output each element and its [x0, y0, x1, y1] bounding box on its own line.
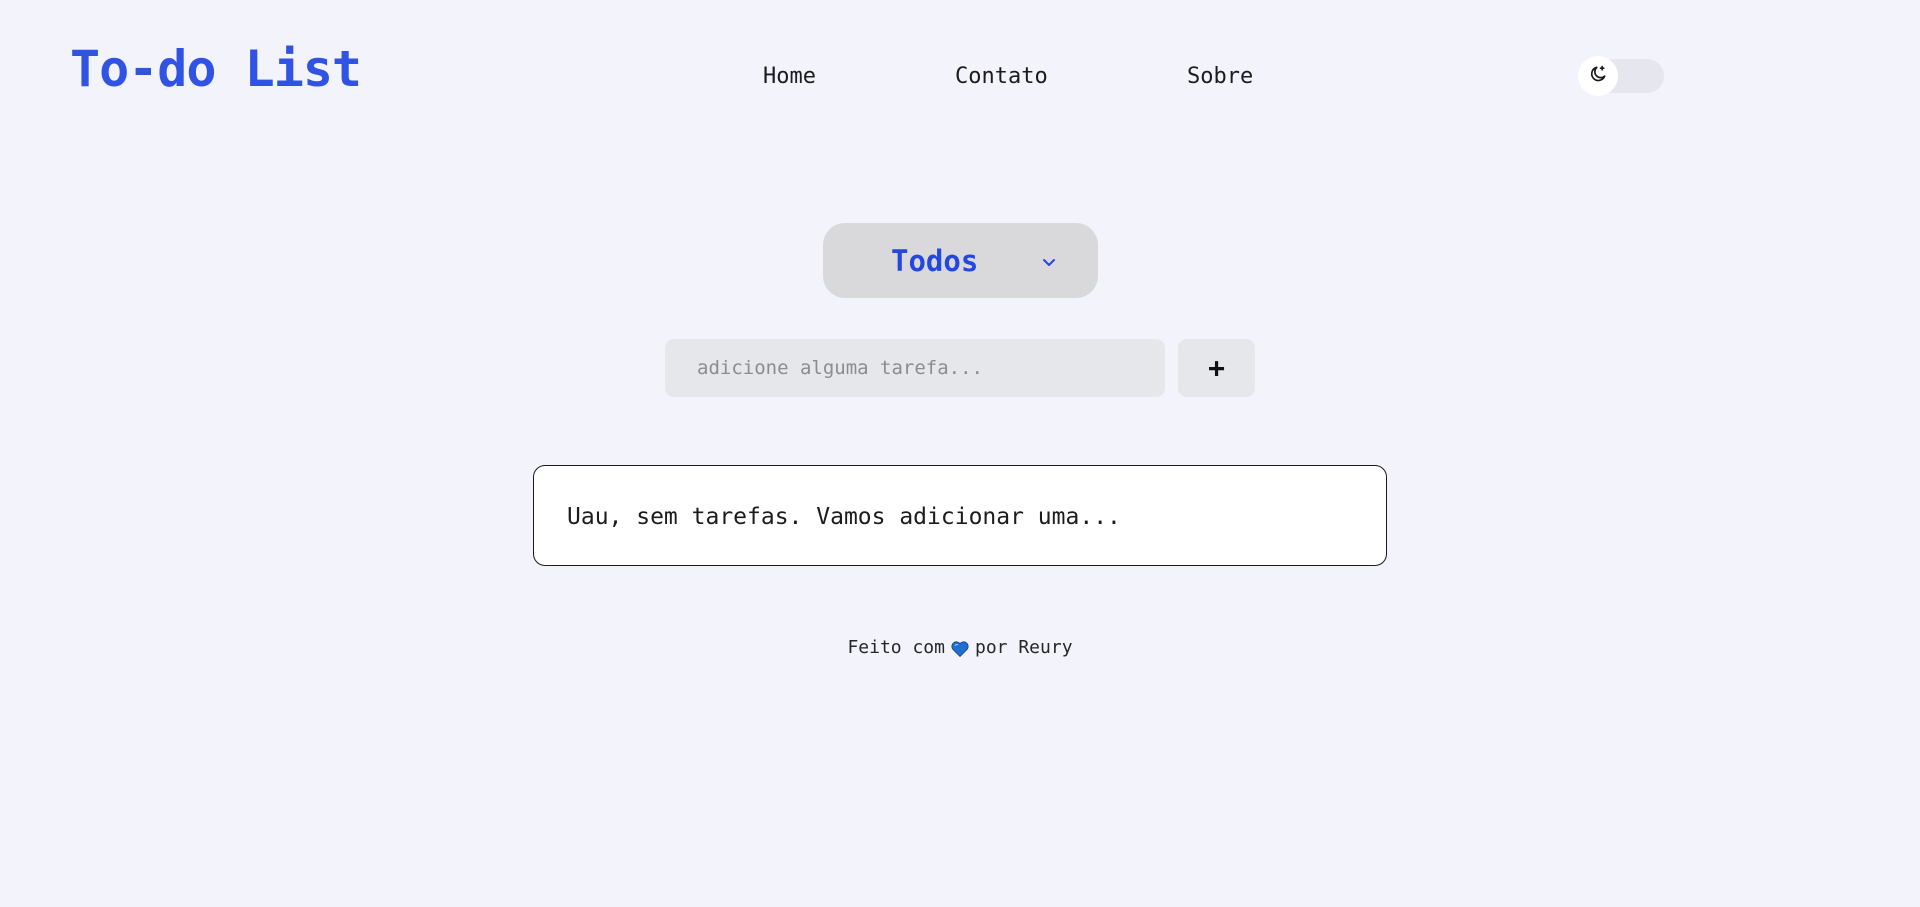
theme-toggle[interactable] — [1578, 56, 1664, 96]
moon-icon — [1588, 64, 1608, 88]
footer-suffix: por Reury — [975, 637, 1073, 658]
nav-link-home[interactable]: Home — [763, 64, 816, 90]
nav-link-sobre[interactable]: Sobre — [1187, 64, 1253, 90]
heart-icon — [951, 641, 969, 663]
site-header: To-do List Home Contato Sobre — [0, 0, 1920, 150]
site-footer: Feito com por Reury — [0, 637, 1920, 663]
site-logo[interactable]: To-do List — [70, 44, 362, 94]
filter-select[interactable]: Todos — [823, 223, 1098, 298]
empty-state-message: Uau, sem tarefas. Vamos adicionar uma... — [567, 504, 1121, 530]
theme-toggle-knob[interactable] — [1578, 56, 1618, 96]
task-list-empty-state: Uau, sem tarefas. Vamos adicionar uma... — [533, 465, 1387, 566]
nav-link-contato[interactable]: Contato — [955, 64, 1048, 90]
footer-prefix: Feito com — [847, 637, 945, 658]
task-input[interactable] — [665, 339, 1165, 397]
chevron-down-icon — [1042, 253, 1056, 272]
add-task-button[interactable]: + — [1178, 339, 1255, 397]
filter-selected-label: Todos — [891, 244, 979, 278]
